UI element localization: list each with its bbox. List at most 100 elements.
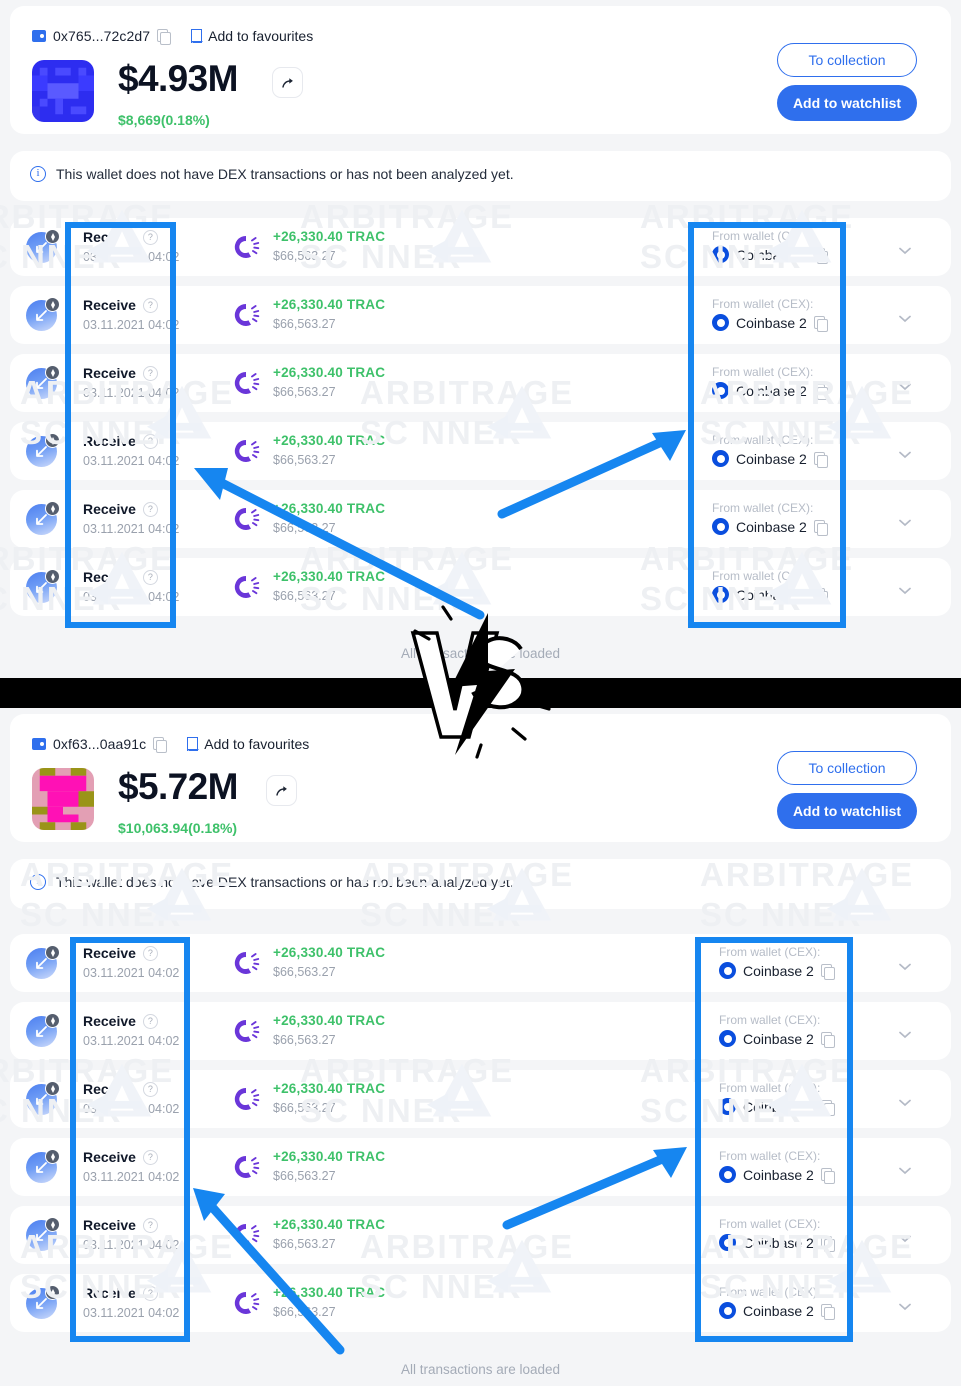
trac-token-icon: [234, 439, 260, 462]
transaction-direction-icon: [26, 433, 60, 467]
transaction-direction-icon: [26, 501, 60, 535]
highlight-box-source-wallet-bottom: [695, 937, 853, 1342]
ethereum-icon: [45, 1081, 60, 1096]
chevron-down-icon[interactable]: [899, 963, 911, 971]
bookmark-icon: [191, 29, 203, 43]
to-collection-button[interactable]: To collection: [777, 751, 917, 785]
total-value: $4.93M: [118, 58, 238, 99]
info-banner-text: This wallet does not have DEX transactio…: [56, 166, 514, 182]
transaction-amount: +26,330.40 TRAC: [273, 1285, 386, 1300]
avatar: [32, 60, 94, 122]
transaction-usd-value: $66,563.27: [273, 1237, 336, 1251]
expand-row-button[interactable]: [899, 582, 911, 595]
trac-token-icon: [234, 951, 260, 974]
expand-row-button[interactable]: [899, 310, 911, 323]
token-icon: [232, 573, 260, 601]
transaction-direction-icon: [26, 1013, 60, 1047]
expand-row-button[interactable]: [899, 1094, 911, 1107]
transaction-usd-value: $66,563.27: [273, 589, 336, 603]
chevron-down-icon[interactable]: [899, 451, 911, 459]
to-collection-button[interactable]: To collection: [777, 43, 917, 77]
copy-address-icon[interactable]: [157, 29, 172, 45]
chevron-down-icon[interactable]: [899, 1303, 911, 1311]
ethereum-icon: [45, 569, 60, 584]
chevron-down-icon[interactable]: [899, 1235, 911, 1243]
wallet-address: 0x765...72c2d7: [53, 28, 151, 44]
expand-row-button[interactable]: [899, 1230, 911, 1243]
change-value: $10,063.94(0.18%): [118, 820, 238, 836]
expand-row-button[interactable]: [899, 1162, 911, 1175]
info-icon: i: [30, 166, 46, 182]
expand-row-button[interactable]: [899, 378, 911, 391]
transaction-usd-value: $66,563.27: [273, 1033, 336, 1047]
wallet-icon: [32, 30, 46, 42]
transaction-direction-icon: [26, 365, 60, 399]
bookmark-icon: [187, 737, 199, 751]
token-icon: [232, 1289, 260, 1317]
ethereum-icon: [45, 1217, 60, 1232]
transaction-amount: +26,330.40 TRAC: [273, 1081, 386, 1096]
share-button[interactable]: [266, 775, 297, 806]
highlight-box-tx-type-top: [65, 222, 176, 628]
chevron-down-icon[interactable]: [899, 1167, 911, 1175]
transaction-direction-icon: [26, 1217, 60, 1251]
transaction-usd-value: $66,563.27: [273, 521, 336, 535]
trac-token-icon: [234, 1223, 260, 1246]
expand-row-button[interactable]: [899, 1298, 911, 1311]
expand-row-button[interactable]: [899, 1026, 911, 1039]
highlight-box-tx-type-bottom: [70, 937, 190, 1342]
change-value: $8,669(0.18%): [118, 112, 210, 128]
copy-address-icon[interactable]: [153, 737, 168, 753]
chevron-down-icon[interactable]: [899, 247, 911, 255]
add-to-watchlist-button[interactable]: Add to watchlist: [777, 793, 917, 829]
transaction-amount: +26,330.40 TRAC: [273, 365, 386, 380]
vs-logo: [407, 605, 551, 759]
chevron-down-icon[interactable]: [899, 383, 911, 391]
transaction-direction-icon: [26, 1081, 60, 1115]
share-button[interactable]: [272, 67, 303, 98]
expand-row-button[interactable]: [899, 242, 911, 255]
transaction-amount: +26,330.40 TRAC: [273, 1149, 386, 1164]
token-icon: [232, 949, 260, 977]
ethereum-icon: [45, 229, 60, 244]
add-to-favourites-button[interactable]: Add to favourites: [187, 736, 309, 752]
token-icon: [232, 1017, 260, 1045]
address-row: 0xf63...0aa91c Add to favourites: [32, 736, 309, 753]
token-icon: [232, 301, 260, 329]
trac-token-icon: [234, 1291, 260, 1314]
trac-token-icon: [234, 507, 260, 530]
chevron-down-icon[interactable]: [899, 1031, 911, 1039]
ethereum-icon: [45, 365, 60, 380]
wallet-icon: [32, 738, 46, 750]
expand-row-button[interactable]: [899, 958, 911, 971]
transaction-direction-icon: [26, 569, 60, 603]
add-to-watchlist-button[interactable]: Add to watchlist: [777, 85, 917, 121]
token-icon: [232, 1085, 260, 1113]
trac-token-icon: [234, 575, 260, 598]
transaction-direction-icon: [26, 229, 60, 263]
chevron-down-icon[interactable]: [899, 519, 911, 527]
token-icon: [232, 437, 260, 465]
transaction-direction-icon: [26, 297, 60, 331]
transaction-amount: +26,330.40 TRAC: [273, 1013, 386, 1028]
trac-token-icon: [234, 371, 260, 394]
chevron-down-icon[interactable]: [899, 315, 911, 323]
transaction-usd-value: $66,563.27: [273, 1169, 336, 1183]
expand-row-button[interactable]: [899, 446, 911, 459]
chevron-down-icon[interactable]: [899, 587, 911, 595]
transaction-amount: +26,330.40 TRAC: [273, 297, 386, 312]
transaction-direction-icon: [26, 945, 60, 979]
avatar: [32, 768, 94, 830]
address-row: 0x765...72c2d7 Add to favourites: [32, 28, 313, 45]
trac-token-icon: [234, 1087, 260, 1110]
transaction-usd-value: $66,563.27: [273, 249, 336, 263]
transaction-usd-value: $66,563.27: [273, 965, 336, 979]
transaction-usd-value: $66,563.27: [273, 1101, 336, 1115]
favourites-label: Add to favourites: [204, 736, 310, 752]
wallet-address: 0xf63...0aa91c: [53, 736, 147, 752]
chevron-down-icon[interactable]: [899, 1099, 911, 1107]
trac-token-icon: [234, 303, 260, 326]
ethereum-icon: [45, 433, 60, 448]
expand-row-button[interactable]: [899, 514, 911, 527]
add-to-favourites-button[interactable]: Add to favourites: [191, 28, 313, 44]
